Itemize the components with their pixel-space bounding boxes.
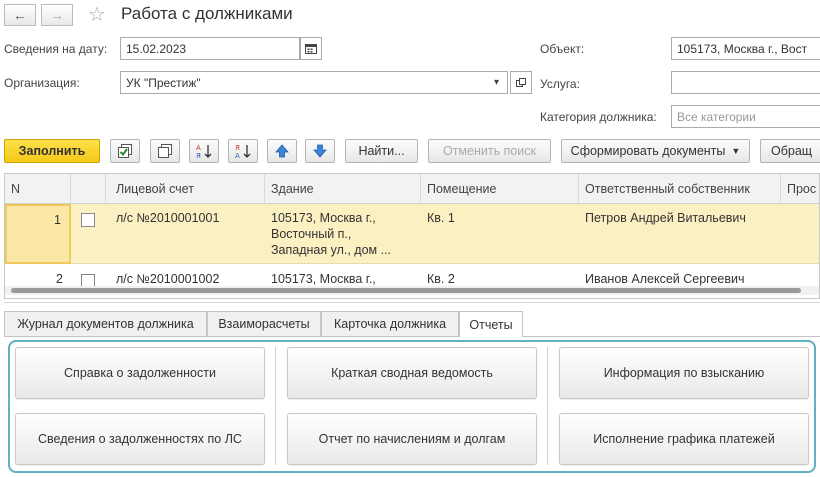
row-checkbox[interactable]	[81, 213, 95, 227]
category-field[interactable]: Все категории	[671, 105, 820, 128]
col-owner[interactable]: Ответственный собственник	[579, 174, 781, 204]
tabs-baseline	[4, 336, 820, 337]
page-title: Работа с должниками	[121, 4, 293, 23]
uncheck-all-button[interactable]	[150, 139, 180, 163]
star-icon[interactable]: ☆	[88, 2, 106, 27]
active-tab-joint	[460, 335, 522, 337]
building-cell[interactable]: 105173, Москва г., Восточный п., Западна…	[265, 204, 421, 264]
col-n[interactable]: N	[5, 174, 71, 204]
object-field[interactable]: 105173, Москва г., Вост	[671, 37, 820, 60]
arrow-down-icon	[313, 144, 327, 158]
tab-reports[interactable]: Отчеты	[459, 311, 523, 337]
col-check[interactable]	[71, 174, 106, 204]
calendar-icon[interactable]	[300, 37, 322, 60]
room-cell[interactable]: Кв. 1	[421, 204, 579, 232]
service-label: Услуга:	[540, 77, 580, 91]
sort-asc-icon: АЯ	[196, 144, 212, 159]
find-button[interactable]: Найти...	[345, 139, 418, 163]
arrow-up-icon	[275, 144, 289, 158]
check-all-icon	[118, 144, 132, 158]
horizontal-scrollbar[interactable]	[5, 286, 819, 295]
date-field[interactable]: 15.02.2023	[120, 37, 300, 60]
back-button[interactable]: ←	[4, 4, 36, 26]
collection-info-button[interactable]: Информация по взысканию	[559, 347, 809, 399]
service-field[interactable]	[671, 71, 820, 94]
category-label: Категория должника:	[540, 110, 657, 124]
chevron-down-icon: ▼	[731, 146, 741, 156]
payment-schedule-button[interactable]: Исполнение графика платежей	[559, 413, 809, 465]
charges-report-button[interactable]: Отчет по начислениям и долгам	[287, 413, 537, 465]
reports-panel: Справка о задолженности Сведения о задол…	[8, 340, 816, 473]
cancel-search-button[interactable]: Отменить поиск	[428, 139, 551, 163]
owner-cell[interactable]: Петров Андрей Витальевич	[579, 204, 781, 232]
svg-text:А: А	[196, 144, 201, 152]
scrollbar-thumb[interactable]	[11, 288, 801, 293]
debtors-table: N Лицевой счет Здание Помещение Ответств…	[4, 173, 820, 299]
column-divider	[547, 347, 548, 465]
tab-settlements[interactable]: Взаиморасчеты	[207, 311, 321, 336]
row-number[interactable]: 1	[5, 204, 71, 264]
table-header: N Лицевой счет Здание Помещение Ответств…	[5, 174, 819, 204]
svg-text:Я: Я	[235, 144, 240, 152]
appeal-button[interactable]: Обращ	[760, 139, 820, 163]
move-down-button[interactable]	[305, 139, 335, 163]
arrow-left-icon: ←	[13, 7, 27, 23]
col-room[interactable]: Помещение	[421, 174, 579, 204]
tab-debtor-card[interactable]: Карточка должника	[321, 311, 459, 336]
debt-certificate-button[interactable]: Справка о задолженности	[15, 347, 265, 399]
table-row[interactable]: 1 л/с №2010001001 105173, Москва г., Вос…	[5, 204, 819, 264]
generate-documents-label: Сформировать документы	[570, 144, 726, 158]
col-overdue[interactable]: Прос	[781, 174, 819, 204]
sort-asc-button[interactable]: АЯ	[189, 139, 219, 163]
sort-desc-icon: ЯА	[235, 144, 251, 159]
tab-debtor-documents[interactable]: Журнал документов должника	[4, 311, 207, 336]
generate-documents-button[interactable]: Сформировать документы ▼	[561, 139, 750, 163]
debt-by-accounts-button[interactable]: Сведения о задолженностях по ЛС	[15, 413, 265, 465]
sort-desc-button[interactable]: ЯА	[228, 139, 258, 163]
object-label: Объект:	[540, 42, 585, 56]
arrow-right-icon: →	[50, 7, 64, 23]
date-label: Сведения на дату:	[4, 42, 108, 56]
move-up-button[interactable]	[267, 139, 297, 163]
summary-sheet-button[interactable]: Краткая сводная ведомость	[287, 347, 537, 399]
account-cell[interactable]: л/с №2010001001	[106, 204, 265, 232]
svg-text:А: А	[235, 152, 240, 159]
org-label: Организация:	[4, 76, 80, 90]
column-divider	[275, 347, 276, 465]
splitter[interactable]	[4, 302, 820, 303]
dropdown-arrow-icon[interactable]: ▾	[486, 71, 508, 94]
col-account[interactable]: Лицевой счет	[106, 174, 265, 204]
org-field[interactable]: УК "Престиж"	[120, 71, 487, 94]
svg-text:Я: Я	[196, 152, 201, 159]
col-building[interactable]: Здание	[265, 174, 421, 204]
uncheck-all-icon	[158, 144, 172, 158]
open-icon[interactable]	[510, 71, 532, 94]
check-all-button[interactable]	[110, 139, 140, 163]
fill-button[interactable]: Заполнить	[4, 139, 100, 163]
forward-button[interactable]: →	[41, 4, 73, 26]
